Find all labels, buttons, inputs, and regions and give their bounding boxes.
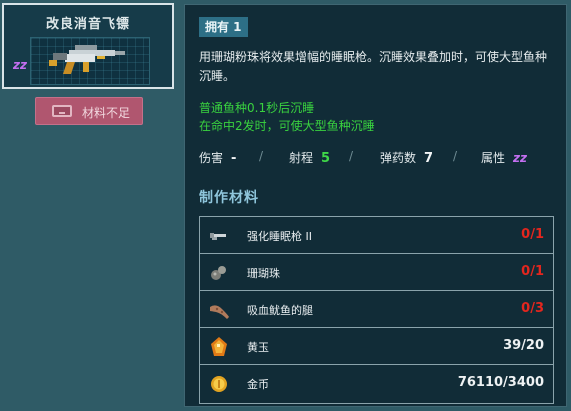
material-name: 强化睡眠枪 II [247,230,312,243]
item-description: 用珊瑚粉珠将效果增幅的睡眠枪。沉睡效果叠加时，可使大型鱼种沉睡。 [199,50,548,83]
stat-range-label: 射程 [289,151,314,165]
gold-coin-icon [211,376,227,392]
effect-line-1: 普通鱼种0.1秒后沉睡 [199,101,315,115]
sleep-attribute-icon: zz [513,151,527,165]
stat-range-value: 5 [321,151,331,166]
item-details-panel: 拥有 1 用珊瑚粉珠将效果增幅的睡眠枪。沉睡效果叠加时，可使大型鱼种沉睡。 普通… [184,4,567,407]
stat-attribute-label: 属性 [481,151,506,165]
key-icon [52,105,72,117]
selected-item-card[interactable]: 改良消音飞镖 zz [2,3,174,89]
material-name: 珊瑚珠 [247,267,280,280]
stats-row: 伤害 - / 射程 5 / 弹药数 7 / 属性 zz [199,149,555,167]
material-name: 黄玉 [247,341,269,354]
material-row: 金币 76110/3400 [200,365,553,403]
material-count: 39/20 [503,338,544,353]
effect-line-2: 在命中2发时，可使大型鱼种沉睡 [199,119,375,133]
material-name: 吸血鱿鱼的腿 [247,304,313,317]
material-row: 珊瑚珠 0/1 [200,254,553,291]
stat-ammo-value: 7 [424,151,434,166]
topaz-icon [211,337,227,356]
craft-button-label: 材料不足 [82,106,131,120]
stat-damage-value: - [231,151,237,166]
material-count: 76110/3400 [457,375,544,390]
coral-pearl-icon [211,266,226,280]
sleep-attribute-icon: zz [13,58,27,72]
material-count: 0/1 [521,227,544,242]
material-row: 黄玉 39/20 [200,328,553,365]
stat-separator: / [259,149,264,163]
stat-attribute: 属性 zz [481,149,527,166]
material-row: 吸血鱿鱼的腿 0/3 [200,291,553,328]
stat-damage-label: 伤害 [199,151,224,165]
owned-badge: 拥有 1 [199,17,248,37]
dart-gun-icon [49,45,125,74]
stat-damage: 伤害 - [199,149,236,166]
stat-separator: / [349,149,354,163]
material-row: 强化睡眠枪 II 0/1 [200,217,553,254]
stat-separator: / [453,149,458,163]
item-preview [30,37,150,85]
materials-title: 制作材料 [199,190,259,206]
squid-leg-icon [210,305,229,319]
material-count: 0/3 [521,301,544,316]
stat-ammo-label: 弹药数 [380,151,417,165]
craft-button[interactable]: 材料不足 [35,97,143,125]
stat-ammo: 弹药数 7 [380,149,433,166]
stat-range: 射程 5 [289,149,330,166]
materials-table: 强化睡眠枪 II 0/1 珊瑚珠 0/1 吸血鱿鱼的腿 0/3 黄玉 39/20… [199,216,554,404]
gun-icon [210,233,226,240]
item-title: 改良消音飞镖 [45,17,130,32]
material-count: 0/1 [521,264,544,279]
material-name: 金币 [247,378,269,391]
